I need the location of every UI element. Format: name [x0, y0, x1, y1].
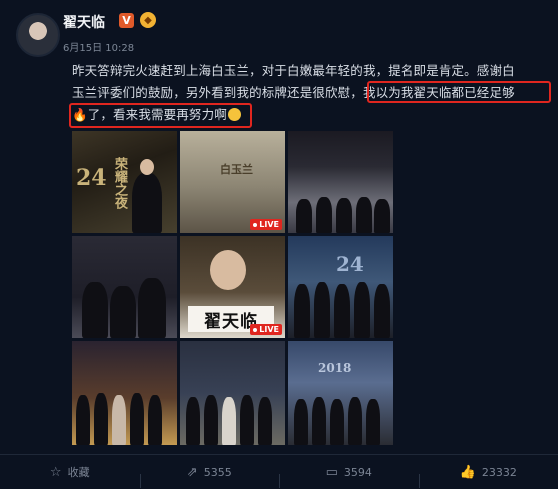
photo-6[interactable]: 24 — [288, 236, 393, 338]
repost-count: 5355 — [203, 465, 232, 479]
gift-badge-icon: ◆ — [140, 12, 156, 28]
repost-button[interactable]: ⇗ 5355 — [139, 464, 280, 488]
person-figure — [186, 397, 200, 445]
person-head — [210, 250, 246, 290]
verified-icon: V — [119, 13, 134, 28]
photo-6-caption: 24 — [336, 252, 364, 276]
photo-9-caption: 2018 — [318, 361, 352, 375]
person-head — [140, 159, 154, 175]
person-figure — [336, 198, 352, 233]
thumbs-up-icon: 👍 — [459, 464, 476, 480]
post-line-1: 昨天答辩完火速赶到上海白玉兰，对于白嫩最年轻的我，提名即是肯定。感谢白 — [72, 63, 515, 78]
photo-4[interactable] — [72, 236, 177, 338]
person-figure — [222, 397, 236, 445]
person-figure — [316, 197, 332, 233]
person-figure — [132, 173, 162, 233]
person-figure — [94, 393, 108, 445]
person-figure — [294, 399, 308, 445]
person-figure — [130, 393, 144, 445]
comment-button[interactable]: ▭ 3594 — [279, 464, 419, 488]
photo-2-caption: 白玉兰 — [220, 163, 253, 176]
photo-8[interactable] — [180, 341, 285, 445]
person-figure — [138, 278, 166, 338]
person-figure — [334, 284, 350, 338]
highlight-box-2 — [69, 103, 252, 128]
photo-1-side: 24 — [76, 165, 107, 191]
comment-icon: ▭ — [325, 464, 338, 480]
person-figure — [348, 397, 362, 445]
favorite-button[interactable]: ☆ 收藏 — [0, 464, 140, 480]
person-figure — [312, 397, 326, 445]
live-badge: LIVE — [250, 324, 282, 335]
person-figure — [314, 282, 330, 338]
favorite-label: 收藏 — [67, 466, 90, 479]
person-figure — [204, 395, 218, 445]
avatar[interactable] — [16, 13, 60, 57]
photo-7[interactable] — [72, 341, 177, 445]
comment-count: 3594 — [343, 465, 372, 479]
person-figure — [240, 395, 254, 445]
photo-9[interactable]: 2018 — [288, 341, 393, 445]
repost-icon: ⇗ — [186, 464, 198, 480]
person-figure — [148, 395, 162, 445]
photo-2[interactable]: 白玉兰 LIVE — [180, 131, 285, 233]
person-figure — [356, 197, 372, 233]
action-bar: ☆ 收藏 ⇗ 5355 ▭ 3594 👍 23332 — [0, 455, 558, 489]
photo-1[interactable]: 24 荣耀之夜 — [72, 131, 177, 233]
photo-5[interactable]: 翟天临 LIVE — [180, 236, 285, 338]
person-figure — [294, 284, 310, 338]
person-figure — [374, 199, 390, 233]
person-figure — [82, 282, 108, 338]
username[interactable]: 翟天临 — [63, 12, 105, 32]
like-button[interactable]: 👍 23332 — [418, 464, 558, 488]
person-figure — [366, 399, 380, 445]
person-figure — [374, 284, 390, 338]
person-figure — [354, 282, 370, 338]
post-timestamp[interactable]: 6月15日 10:28 — [63, 39, 134, 54]
person-figure — [330, 399, 344, 445]
photo-grid: 24 荣耀之夜 白玉兰 LIVE 翟天临 LIVE 24 2018 — [72, 131, 393, 445]
person-figure — [76, 395, 90, 445]
photo-3[interactable] — [288, 131, 393, 233]
like-count: 23332 — [481, 465, 517, 479]
person-figure — [112, 395, 126, 445]
person-figure — [296, 199, 312, 233]
photo-1-caption: 荣耀之夜 — [112, 157, 127, 209]
star-icon: ☆ — [49, 464, 62, 480]
live-badge: LIVE — [250, 219, 282, 230]
highlight-box-1 — [367, 81, 551, 103]
person-figure — [110, 286, 136, 338]
person-figure — [258, 397, 272, 445]
